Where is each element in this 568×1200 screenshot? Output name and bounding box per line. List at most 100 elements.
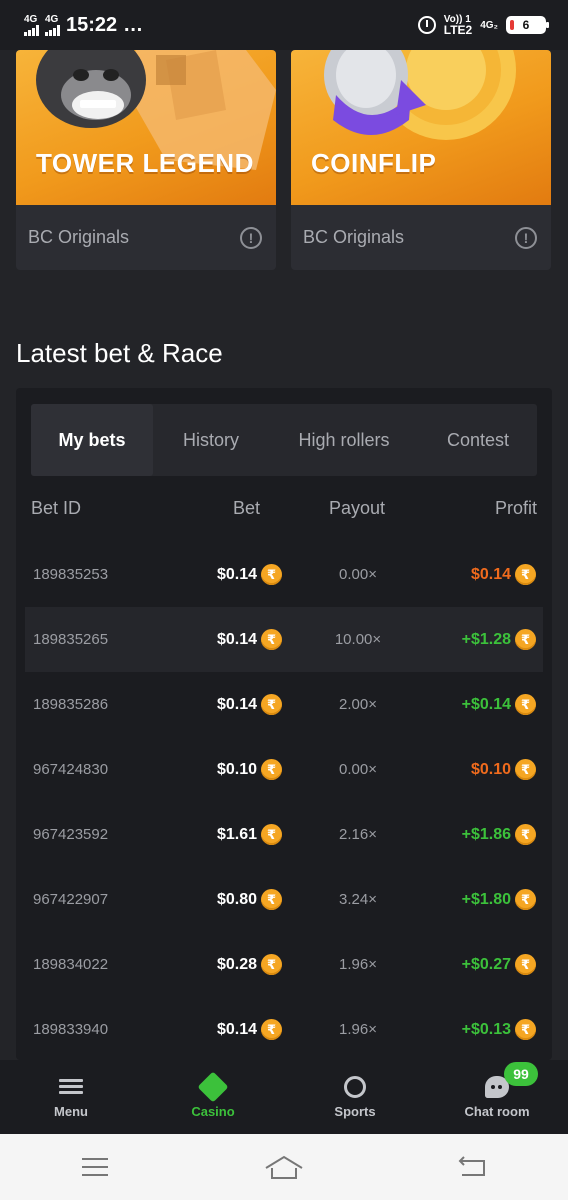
bet-id-cell: 189835265 — [33, 631, 109, 648]
bet-amount-cell: $0.80 ₹ — [217, 867, 282, 932]
payout-cell: 0.00× — [339, 761, 377, 778]
signal-1-label: 4G — [24, 13, 38, 25]
rupee-coin-icon: ₹ — [515, 889, 536, 910]
rupee-coin-icon: ₹ — [515, 564, 536, 585]
bet-amount-cell: $0.28 ₹ — [217, 932, 282, 997]
header-bet: Bet — [233, 498, 261, 518]
profit-amount: $0.10 — [470, 760, 511, 778]
nav-casino[interactable]: Casino — [142, 1060, 284, 1134]
info-icon[interactable]: ! — [515, 226, 537, 249]
volte-indicator: Vo)) 1 LTE2 — [444, 14, 472, 36]
tab-history[interactable]: History — [153, 404, 269, 476]
game-title: TOWER LEGEND — [36, 148, 254, 178]
rupee-coin-icon: ₹ — [261, 694, 282, 715]
tab-my-bets[interactable]: My bets — [31, 404, 153, 476]
rupee-coin-icon: ₹ — [261, 564, 282, 585]
rupee-coin-icon: ₹ — [515, 759, 536, 780]
game-card-footer: BC Originals ! — [16, 205, 276, 270]
signal-2-label: 4G — [45, 13, 59, 25]
bets-table: 189835253 $0.14 ₹0.00× $0.14 ₹189835265 $0.14… — [16, 542, 552, 1060]
header-payout: Payout — [329, 498, 386, 518]
table-row[interactable]: 189833940 $0.14 ₹ 1.96× +$0.13 ₹ — [16, 997, 552, 1060]
profit-cell: $0.14 ₹ — [471, 542, 536, 607]
game-card-coinflip[interactable]: COINFLIP BC Originals ! — [291, 50, 551, 270]
table-row[interactable]: 189835286 $0.14 ₹2.00× +$0.14 ₹ — [16, 672, 552, 737]
nav-chat-room[interactable]: Chat room 99 — [426, 1060, 568, 1134]
bet-id-cell: 189834022 — [33, 956, 109, 973]
system-navigation — [0, 1134, 568, 1200]
profit-amount: +$0.27 — [461, 955, 511, 973]
table-row[interactable]: 189835253 $0.14 ₹0.00× $0.14 ₹ — [16, 542, 552, 607]
profit-amount: +$0.13 — [461, 1020, 511, 1038]
rupee-coin-icon: ₹ — [261, 1019, 282, 1040]
profit-amount: +$0.14 — [461, 695, 511, 713]
game-provider: BC Originals — [303, 227, 405, 247]
tab-high-rollers[interactable]: High rollers — [269, 404, 419, 476]
payout-cell: 10.00× — [334, 631, 382, 648]
back-button[interactable] — [453, 1152, 493, 1182]
profit-amount: +$1.28 — [461, 630, 511, 648]
rupee-coin-icon: ₹ — [261, 824, 282, 845]
recent-apps-button[interactable] — [75, 1152, 115, 1182]
bet-amount: $0.14 — [216, 565, 257, 583]
nav-sports[interactable]: Sports — [284, 1060, 426, 1134]
tab-contest[interactable]: Contest — [419, 404, 537, 476]
home-icon — [265, 1155, 303, 1179]
profit-cell: +$1.86 ₹ — [462, 802, 536, 867]
bet-amount: $1.61 — [216, 825, 257, 843]
section-title: Latest bet & Race — [16, 338, 223, 368]
battery-level: 6 — [522, 18, 530, 32]
game-card-footer: BC Originals ! — [291, 205, 551, 270]
profit-cell: $0.10 ₹ — [471, 737, 536, 802]
status-left: 4G 4G 15:22 … — [24, 14, 143, 37]
game-card-tower-legend[interactable]: TOWER LEGEND BC Originals ! — [16, 50, 276, 270]
table-row[interactable]: 189834022 $0.28 ₹1.96× +$0.27 ₹ — [16, 932, 552, 997]
bet-amount: $0.14 — [216, 695, 257, 713]
payout-cell: 2.16× — [339, 826, 377, 843]
profit-amount: +$1.86 — [461, 825, 511, 843]
lte-label: LTE2 — [443, 23, 473, 37]
table-row[interactable]: 967422907 $0.80 ₹3.24× +$1.80 ₹ — [16, 867, 552, 932]
payout-cell: 0.00× — [339, 566, 377, 583]
payout-cell: 2.00× — [339, 696, 377, 713]
tower-legend-artwork: TOWER LEGEND — [16, 50, 276, 205]
profit-cell: +$1.28 ₹ — [462, 607, 536, 672]
info-icon[interactable]: ! — [240, 226, 262, 249]
bet-amount-cell: $0.14 ₹ — [217, 997, 282, 1060]
table-row[interactable]: 967424830 $0.10 ₹0.00× $0.10 ₹ — [16, 737, 552, 802]
profit-cell: +$0.27 ₹ — [462, 932, 536, 997]
network-label: 4G₂ — [480, 19, 498, 31]
coins-illustration — [324, 50, 516, 140]
clock: 15:22 — [66, 13, 118, 36]
bet-amount-cell: $0.14 ₹ — [217, 607, 282, 672]
game-title: COINFLIP — [311, 148, 437, 178]
payout-cell: 3.24× — [339, 891, 377, 908]
menu-icon — [59, 1076, 83, 1098]
rupee-coin-icon: ₹ — [261, 759, 282, 780]
table-row[interactable]: 189835265 $0.14 ₹10.00× +$1.28 ₹ — [25, 607, 543, 672]
bet-id-cell: 189835286 — [33, 696, 109, 713]
gorilla-tower-illustration — [36, 50, 276, 170]
rupee-coin-icon: ₹ — [261, 889, 282, 910]
header-bet-id: Bet ID — [31, 498, 82, 518]
home-button[interactable] — [264, 1152, 304, 1182]
bottom-nav: Menu Casino Sports Chat room 99 — [0, 1060, 568, 1134]
nav-sports-label: Sports — [334, 1103, 376, 1119]
bet-amount: $0.14 — [216, 630, 257, 648]
profit-amount: +$1.80 — [461, 890, 511, 908]
nav-menu[interactable]: Menu — [0, 1060, 142, 1134]
casino-icon — [197, 1070, 229, 1103]
signal-2-icon: 4G — [45, 13, 60, 36]
alarm-icon — [417, 16, 436, 34]
bet-id-cell: 967423592 — [33, 826, 109, 843]
game-provider: BC Originals — [28, 227, 130, 247]
payout-cell: 1.96× — [339, 1021, 377, 1038]
status-right: Vo)) 1 LTE2 4G₂ 6 — [417, 14, 549, 36]
signal-1-icon: 4G — [24, 13, 39, 36]
bet-id-cell: 189833940 — [33, 1021, 109, 1038]
coinflip-artwork: COINFLIP — [291, 50, 551, 205]
bet-amount: $0.28 — [216, 955, 257, 973]
game-cards: TOWER LEGEND BC Originals ! COINFLIP BC … — [16, 50, 552, 270]
rupee-coin-icon: ₹ — [515, 629, 536, 650]
table-row[interactable]: 967423592 $1.61 ₹2.16× +$1.86 ₹ — [16, 802, 552, 867]
